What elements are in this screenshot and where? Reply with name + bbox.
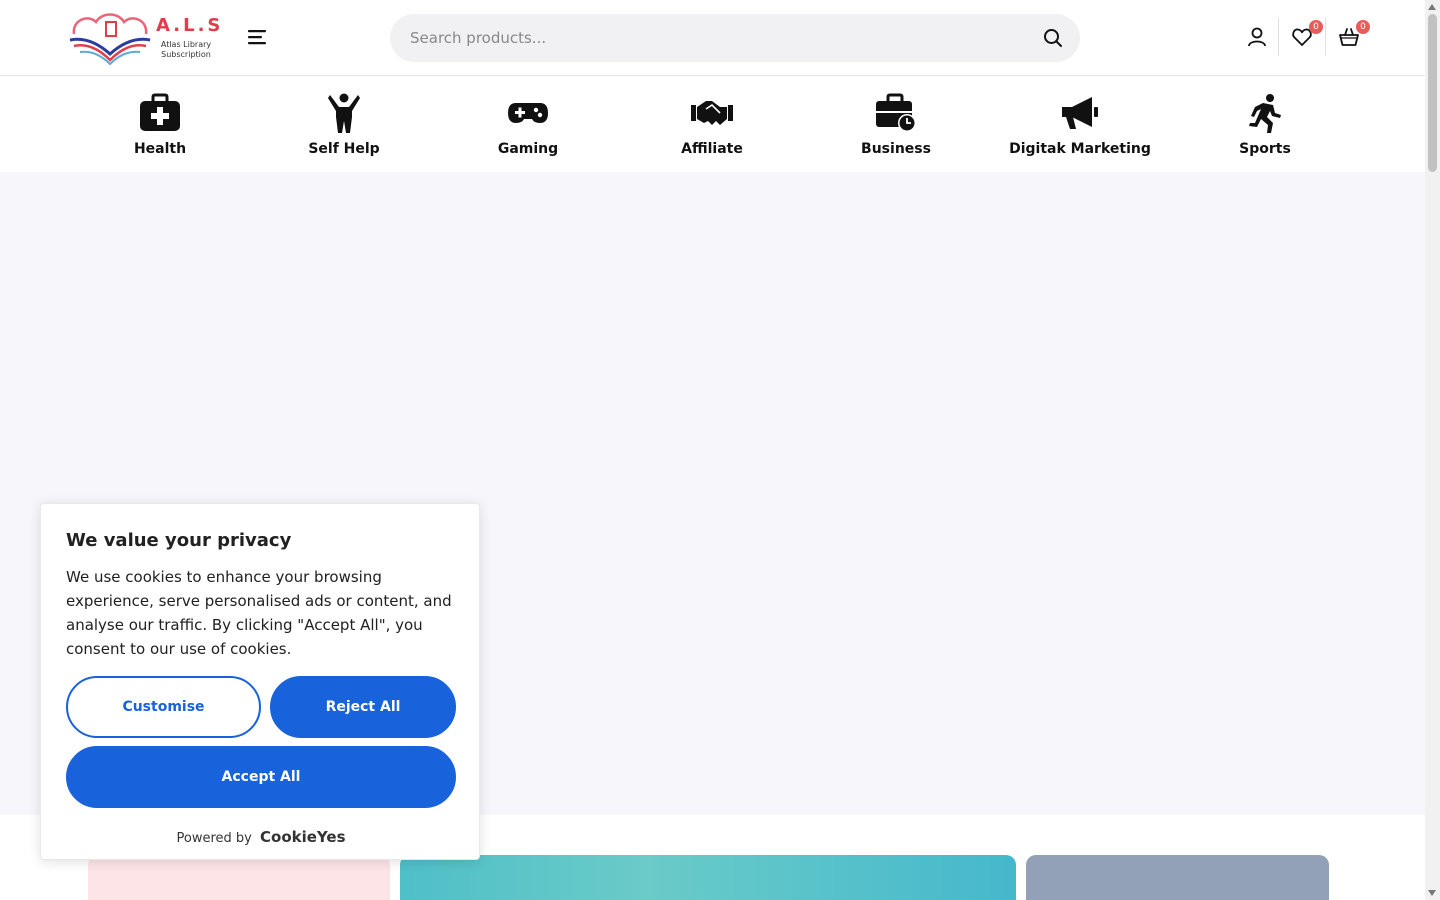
scroll-thumb[interactable]: [1428, 14, 1437, 172]
category-label: Business: [861, 141, 931, 157]
site-logo[interactable]: A.L.S Atlas Library Subscription: [66, 10, 220, 66]
category-sports[interactable]: Sports: [1175, 93, 1355, 163]
search-input[interactable]: [410, 14, 1010, 62]
category-affiliate[interactable]: Affiliate: [622, 93, 802, 163]
briefcase-clock-icon: [876, 93, 916, 132]
book-logo-icon: [69, 13, 151, 66]
category-label: Self Help: [308, 141, 380, 157]
user-icon: [1248, 27, 1266, 47]
cart-button[interactable]: 0: [1338, 20, 1370, 48]
gamepad-icon: [508, 103, 548, 123]
powered-by-text: Powered by: [176, 831, 252, 846]
promo-card[interactable]: [1026, 855, 1329, 900]
powered-by: Powered by CookieYes: [41, 828, 481, 846]
reject-all-button[interactable]: Reject All: [270, 676, 456, 738]
page-scrollbar[interactable]: [1425, 0, 1440, 900]
scroll-down-arrow-icon[interactable]: [1428, 890, 1436, 896]
search-icon: [1044, 29, 1062, 47]
header-divider: [1278, 18, 1279, 56]
accept-all-button[interactable]: Accept All: [66, 746, 456, 808]
site-header: A.L.S Atlas Library Subscription 0: [0, 0, 1425, 76]
scroll-up-arrow-icon[interactable]: [1428, 4, 1436, 10]
logo-subtitle: Atlas Library Subscription: [160, 40, 212, 59]
category-health[interactable]: Health: [70, 93, 250, 163]
cookie-description: We use cookies to enhance your browsing …: [66, 568, 452, 658]
medkit-icon: [140, 93, 180, 131]
menu-button[interactable]: [244, 26, 270, 48]
cookie-consent-banner: We value your privacy We use cookies to …: [40, 503, 480, 860]
customise-button[interactable]: Customise: [66, 676, 261, 738]
category-digital-marketing[interactable]: Digitak Marketing: [990, 93, 1170, 163]
search-bar: [390, 14, 1080, 62]
category-label: Sports: [1239, 141, 1291, 157]
running-icon: [1249, 94, 1281, 133]
hamburger-icon: [248, 30, 266, 45]
category-strip: Health Self Help Gaming Affiliate Busine…: [0, 77, 1425, 172]
cart-count-badge: 0: [1356, 20, 1370, 34]
person-arms-up-icon: [328, 93, 360, 133]
logo-title: A.L.S: [156, 15, 224, 36]
search-button[interactable]: [1042, 27, 1064, 49]
header-divider: [1325, 18, 1326, 56]
category-label: Affiliate: [681, 141, 743, 157]
wishlist-count-badge: 0: [1309, 20, 1323, 34]
category-label: Health: [133, 141, 187, 157]
category-label: Digitak Marketing: [1009, 141, 1151, 157]
megaphone-icon: [1062, 97, 1098, 129]
promo-card[interactable]: [400, 855, 1016, 900]
category-gaming[interactable]: Gaming: [438, 93, 618, 163]
promo-card[interactable]: [88, 855, 390, 900]
cookieyes-logo[interactable]: CookieYes: [260, 828, 346, 846]
category-business[interactable]: Business: [806, 93, 986, 163]
account-button[interactable]: [1246, 26, 1268, 48]
cookie-title: We value your privacy: [66, 530, 292, 551]
category-self-help[interactable]: Self Help: [254, 93, 434, 163]
category-label: Gaming: [497, 141, 559, 157]
wishlist-button[interactable]: 0: [1291, 20, 1323, 48]
handshake-icon: [691, 101, 733, 125]
